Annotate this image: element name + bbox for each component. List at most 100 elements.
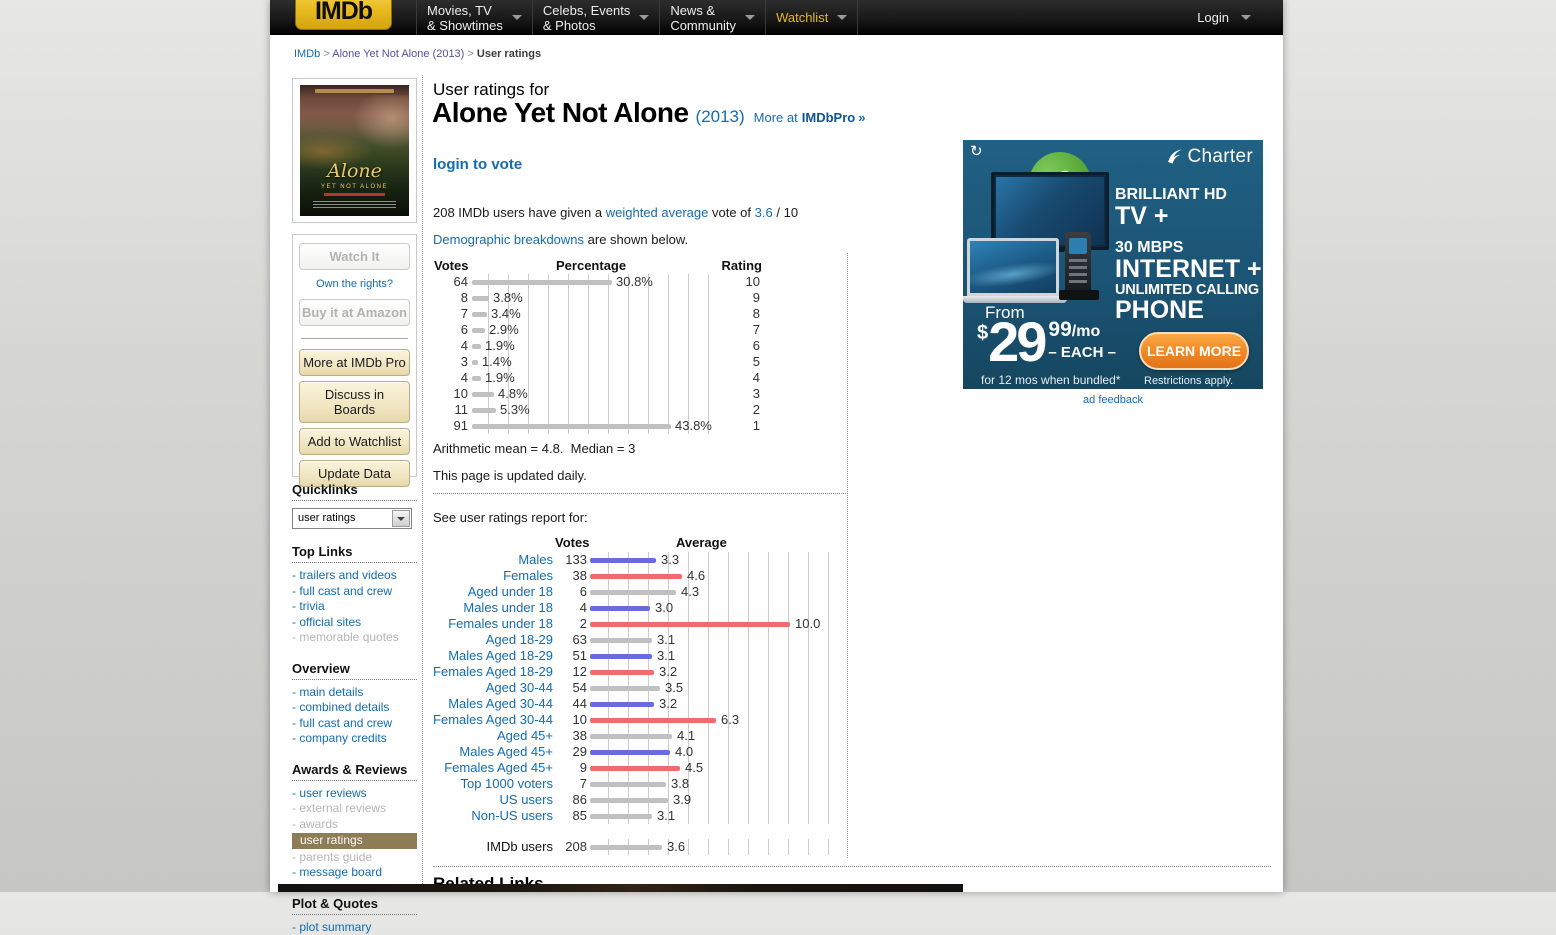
demographic-label-link[interactable]: Males Aged 45+	[432, 744, 553, 760]
demographic-votes-header: Votes	[555, 535, 589, 550]
login-menu[interactable]: Login	[1197, 0, 1263, 35]
demographic-label-link[interactable]: Males Aged 30-44	[432, 696, 553, 712]
ad-feedback-link[interactable]: ad feedback	[963, 394, 1263, 406]
demographic-bar	[590, 606, 650, 611]
sidebar-item-message-board[interactable]: - message board	[292, 865, 417, 881]
histogram-votes-value: 10	[432, 386, 468, 402]
poster-title: Alone	[300, 160, 409, 182]
price-fraction: 99/mo – EACH –	[1048, 320, 1116, 368]
watch-it-button: Watch It	[299, 243, 410, 270]
histogram-percentage-value: 43.8%	[675, 418, 712, 434]
demographic-breakdowns-link[interactable]: Demographic breakdowns	[433, 232, 584, 247]
demographic-rows: Males1333.3Females384.6Aged under 1864.3…	[432, 552, 872, 855]
section-header-plot-quotes: Plot & Quotes	[292, 896, 417, 915]
demographic-average-value: 3.9	[673, 792, 691, 808]
demographic-average-value: 3.1	[657, 632, 675, 648]
histogram-row-rating-8: 73.4%8	[432, 306, 762, 322]
more-at-imdbpro-button[interactable]: More at IMDb Pro	[299, 349, 410, 376]
demographic-label-link[interactable]: Top 1000 voters	[432, 776, 553, 792]
sidebar-item-company-credits[interactable]: - company credits	[292, 731, 417, 747]
sidebar-item-main-details[interactable]: - main details	[292, 685, 417, 701]
sidebar-actions-box: Watch It Own the rights? Buy it at Amazo…	[292, 234, 417, 477]
select-arrow-button[interactable]	[392, 510, 410, 527]
quicklinks-select[interactable]: user ratings	[292, 508, 412, 529]
movie-year-link[interactable]: (2013)	[696, 107, 745, 127]
histogram-rating-value: 6	[730, 338, 760, 354]
sidebar-item-combined-details[interactable]: - combined details	[292, 700, 417, 716]
histogram-bar	[472, 392, 494, 397]
sidebar-item-full-cast-and-crew[interactable]: - full cast and crew	[292, 584, 417, 600]
demographic-label-link[interactable]: Aged under 18	[432, 584, 553, 600]
demographic-row-males-aged-45-: Males Aged 45+294.0	[432, 744, 872, 760]
demographic-label-link[interactable]: Females Aged 18-29	[432, 664, 553, 680]
histogram-percentage-value: 3.8%	[493, 290, 523, 306]
histogram-rating-value: 5	[730, 354, 760, 370]
demographic-label-link[interactable]: Males Aged 18-29	[432, 648, 553, 664]
imdb-logo[interactable]: IMDb	[295, 0, 392, 30]
chevron-down-icon	[1241, 15, 1251, 20]
histogram-bar	[472, 280, 612, 285]
demographic-label-link[interactable]: Females Aged 45+	[432, 760, 553, 776]
demographic-average-value: 3.2	[659, 696, 677, 712]
histogram-votes-value: 7	[432, 306, 468, 322]
sidebar-navigation: Quicklinks user ratings Top Links- trail…	[292, 482, 417, 935]
sidebar-item-trivia[interactable]: - trivia	[292, 599, 417, 615]
demographic-votes-value: 86	[556, 792, 587, 808]
histogram-bar	[472, 312, 487, 317]
ad-restrictions: Restrictions apply.	[1144, 375, 1233, 387]
demographic-header: Votes Average	[432, 535, 872, 552]
demographic-label-link[interactable]: US users	[432, 792, 553, 808]
demographic-bar	[590, 766, 680, 771]
demographic-row-us-users: US users86 3.9	[432, 792, 872, 808]
quicklinks-header: Quicklinks	[292, 482, 417, 501]
summary-text: 208 IMDb users have given a	[433, 205, 602, 220]
histogram-percentage-value: 1.4%	[482, 354, 512, 370]
demographic-label-link[interactable]: Females Aged 30-44	[432, 712, 553, 728]
sidebar-item-trailers-and-videos[interactable]: - trailers and videos	[292, 568, 417, 584]
add-to-watchlist-button[interactable]: Add to Watchlist	[299, 428, 410, 455]
rating-histogram-chart: Votes Percentage Rating 6430.8%1083.8%97…	[432, 258, 762, 434]
demographic-label-link[interactable]: Aged 18-29	[432, 632, 553, 648]
updated-daily-line: This page is updated daily.	[433, 468, 587, 483]
demographic-bar	[590, 590, 676, 595]
sidebar-item-plot-summary[interactable]: - plot summary	[292, 920, 417, 935]
demographic-label-link[interactable]: Aged 45+	[432, 728, 553, 744]
sidebar-item-user-reviews[interactable]: - user reviews	[292, 786, 417, 802]
demographic-label-link[interactable]: Females under 18	[432, 616, 553, 632]
demographic-row-imdb-users: IMDb users2083.6	[432, 839, 872, 855]
movie-title-row: Alone Yet Not Alone (2013) More at IMDbP…	[432, 97, 865, 129]
demographic-row-top-1000-voters: Top 1000 voters73.8	[432, 776, 872, 792]
demographic-row-aged-under-18: Aged under 1864.3	[432, 584, 872, 600]
charter-ad-banner[interactable]: ↻ NO CONTRACTS Charter BRILLIANT HD TV +…	[963, 140, 1263, 389]
divider	[433, 493, 848, 494]
score-link[interactable]: 3.6	[755, 205, 773, 220]
demographic-votes-value: 54	[556, 680, 587, 696]
histogram-votes-value: 8	[432, 290, 468, 306]
histogram-rating-header: Rating	[722, 258, 762, 273]
discuss-in-boards-button[interactable]: Discuss in Boards	[299, 381, 410, 423]
own-the-rights-link[interactable]: Own the rights?	[299, 278, 410, 290]
demographic-row-males: Males1333.3	[432, 552, 872, 568]
imdbpro-link[interactable]: IMDbPro	[802, 110, 855, 125]
breadcrumb-home-link[interactable]: IMDb	[294, 48, 320, 60]
histogram-votes-value: 11	[432, 402, 468, 418]
demographic-row-aged-18-29: Aged 18-29633.1	[432, 632, 872, 648]
demographic-average-value: 10.0	[795, 616, 820, 632]
ad-refresh-icon[interactable]: ↻	[970, 144, 983, 159]
charter-flag-icon	[1164, 147, 1184, 167]
login-to-vote-link[interactable]: login to vote	[433, 156, 522, 173]
sidebar-item-full-cast-and-crew[interactable]: - full cast and crew	[292, 716, 417, 732]
demographic-votes-value: 4	[556, 600, 587, 616]
demographic-label-link[interactable]: Males	[432, 552, 553, 568]
movie-poster[interactable]: Alone YET NOT ALONE	[300, 85, 409, 216]
sidebar-item-user-ratings[interactable]: user ratings	[292, 833, 417, 849]
demographic-label-link[interactable]: Non-US users	[432, 808, 553, 824]
demographic-label-link[interactable]: Females	[432, 568, 553, 584]
histogram-percentage-value: 30.8%	[616, 274, 653, 290]
sidebar-item-official-sites[interactable]: - official sites	[292, 615, 417, 631]
demographic-label-link[interactable]: Males under 18	[432, 600, 553, 616]
learn-more-button[interactable]: LEARN MORE	[1139, 332, 1249, 370]
sidebar-sections: Top Links- trailers and videos- full cas…	[292, 544, 417, 935]
demographic-label-link[interactable]: Aged 30-44	[432, 680, 553, 696]
weighted-average-link[interactable]: weighted average	[606, 205, 709, 220]
